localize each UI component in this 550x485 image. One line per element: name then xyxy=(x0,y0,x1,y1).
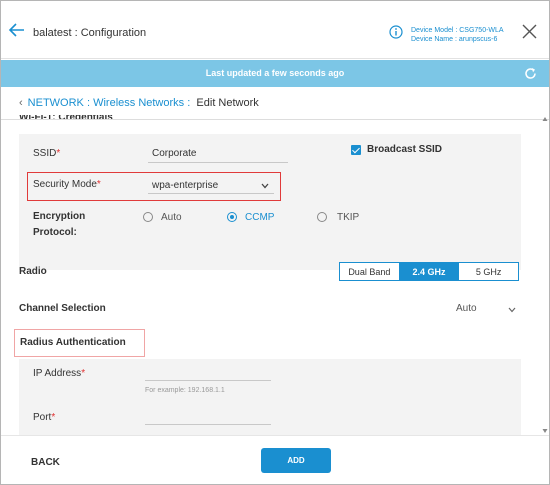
channel-select[interactable]: Auto xyxy=(451,301,521,317)
chevron-down-icon xyxy=(508,307,516,313)
required-marker: * xyxy=(96,179,101,190)
encryption-auto-label: Auto xyxy=(161,212,182,223)
encryption-tkip-radio[interactable] xyxy=(317,212,327,222)
breadcrumb-separator: : xyxy=(86,97,91,109)
page-title: balatest : Configuration xyxy=(33,27,147,39)
channel-select-value: Auto xyxy=(456,303,477,314)
form-scroll-area[interactable]: Wi-Fi-1: Credentials SSID* Corporate Bro… xyxy=(1,115,549,435)
required-marker: * xyxy=(51,412,56,423)
radio-5ghz-button[interactable]: 5 GHz xyxy=(459,263,519,280)
breadcrumb-wireless[interactable]: Wireless Networks xyxy=(93,97,184,109)
radio-band-selector: Dual Band 2.4 GHz 5 GHz xyxy=(339,262,519,281)
radio-label: Radio xyxy=(19,266,47,277)
device-name-value: arunpscus-6 xyxy=(458,36,498,43)
broadcast-ssid-checkbox[interactable] xyxy=(351,145,361,155)
required-marker: * xyxy=(81,368,86,379)
ip-address-hint: For example: 192.168.1.1 xyxy=(145,387,225,394)
status-banner: Last updated a few seconds ago xyxy=(1,60,549,87)
back-button[interactable]: BACK xyxy=(31,457,60,468)
ssid-label-text: SSID xyxy=(33,148,57,159)
info-icon[interactable] xyxy=(389,25,403,39)
refresh-icon[interactable] xyxy=(524,67,537,80)
credentials-panel: SSID* Corporate Broadcast SSID Security … xyxy=(19,134,521,270)
port-label: Port* xyxy=(33,412,55,423)
breadcrumb: ‹ NETWORK : Wireless Networks : Edit Netw… xyxy=(19,97,259,109)
device-info: Device Model : CSG750-WLA Device Name : … xyxy=(411,26,504,44)
encryption-label-line2: Protocol: xyxy=(33,227,77,238)
title-bar: balatest : Configuration Device Model : … xyxy=(1,1,549,59)
encryption-protocol-label: Encryption Protocol: xyxy=(33,209,85,241)
ip-address-label: IP Address* xyxy=(33,368,85,379)
device-name-label: Device Name : xyxy=(411,36,457,43)
ssid-label: SSID* xyxy=(33,148,60,159)
security-mode-label: Security Mode* xyxy=(33,179,101,190)
radius-panel: IP Address* For example: 192.168.1.1 Por… xyxy=(19,359,521,435)
channel-selection-label: Channel Selection xyxy=(19,303,106,314)
security-mode-label-text: Security Mode xyxy=(33,179,97,190)
footer-bar: BACK ADD xyxy=(1,435,549,484)
port-label-text: Port xyxy=(33,412,52,423)
last-updated-text: Last updated a few seconds ago xyxy=(205,68,345,78)
radio-2-4ghz-button[interactable]: 2.4 GHz xyxy=(399,263,460,280)
breadcrumb-current: Edit Network xyxy=(196,97,259,109)
radio-dual-band-button[interactable]: Dual Band xyxy=(340,263,400,280)
encryption-auto-radio[interactable] xyxy=(143,212,153,222)
breadcrumb-separator: : xyxy=(187,97,191,109)
encryption-tkip-label: TKIP xyxy=(337,212,360,223)
radius-authentication-heading: Radius Authentication xyxy=(20,337,126,348)
security-mode-value: wpa-enterprise xyxy=(152,180,219,191)
broadcast-ssid-label: Broadcast SSID xyxy=(367,144,443,155)
vertical-scrollbar[interactable] xyxy=(541,115,549,435)
ip-address-label-text: IP Address xyxy=(33,368,82,379)
device-model-label: Device Model : xyxy=(411,27,458,34)
divider xyxy=(1,119,549,120)
encryption-ccmp-label: CCMP xyxy=(245,212,275,223)
chevron-left-icon[interactable]: ‹ xyxy=(19,97,23,109)
ip-address-input[interactable] xyxy=(145,365,271,381)
required-marker: * xyxy=(56,148,61,159)
back-arrow-icon[interactable] xyxy=(8,21,26,39)
add-button[interactable]: ADD xyxy=(261,448,331,473)
device-model-value: CSG750-WLA xyxy=(459,27,504,34)
ssid-input[interactable]: Corporate xyxy=(148,146,288,163)
breadcrumb-network[interactable]: NETWORK xyxy=(28,97,84,109)
security-mode-select[interactable]: wpa-enterprise xyxy=(148,177,274,194)
chevron-down-icon xyxy=(261,183,269,189)
close-icon[interactable] xyxy=(522,24,537,39)
encryption-ccmp-radio[interactable] xyxy=(227,212,237,222)
encryption-label-line1: Encryption xyxy=(33,211,86,222)
port-input[interactable] xyxy=(145,409,271,425)
